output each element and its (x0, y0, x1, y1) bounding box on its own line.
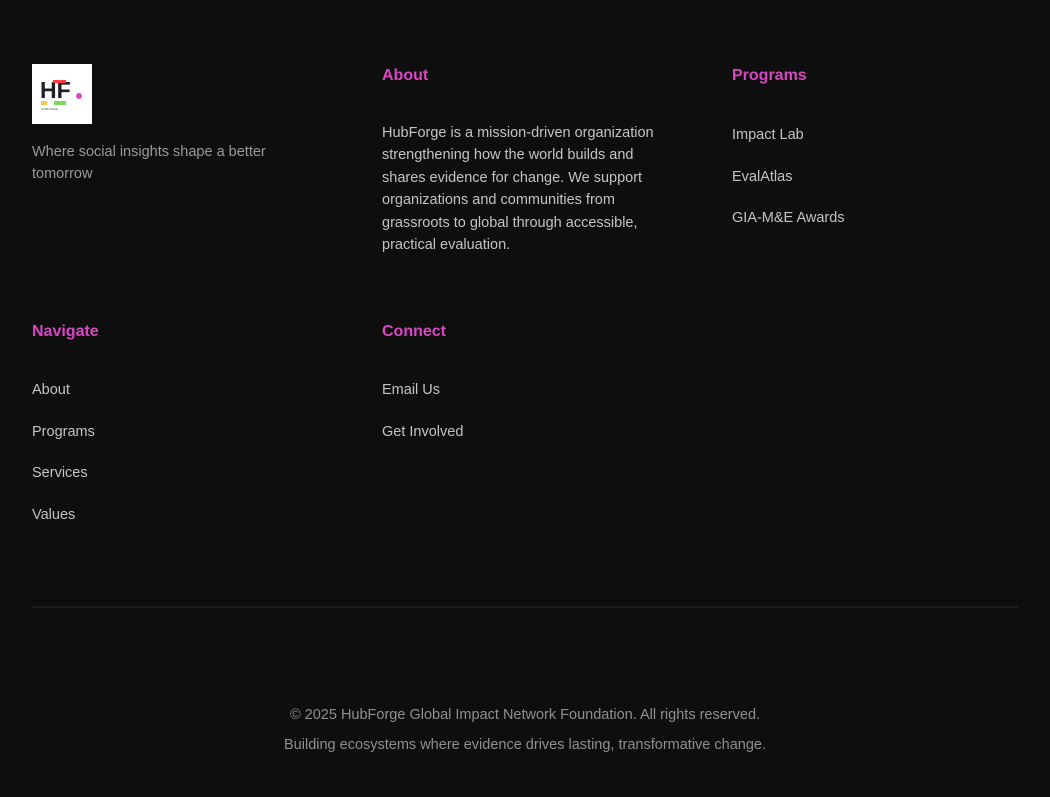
navigate-heading: Navigate (32, 323, 99, 340)
programs-heading: Programs (732, 67, 807, 84)
nav-link-values[interactable]: Values (32, 507, 75, 523)
programs-link-impact-lab[interactable]: Impact Lab (732, 127, 804, 143)
hubforge-logo-icon[interactable]: HF HUBFORGE (32, 64, 92, 124)
list-item: Email Us (382, 380, 463, 422)
brand-tagline: Where social insights shape a better tom… (32, 144, 266, 182)
footer-divider (32, 606, 1018, 608)
connect-heading: Connect (382, 323, 446, 340)
list-item: Values (32, 505, 95, 547)
nav-link-programs[interactable]: Programs (32, 424, 95, 440)
list-item: About (32, 380, 95, 422)
connect-link-get-involved[interactable]: Get Involved (382, 424, 463, 440)
programs-list: Impact Lab EvalAtlas GIA-M&E Awards (732, 125, 845, 250)
programs-link-evalatlas[interactable]: EvalAtlas (732, 169, 792, 185)
nav-link-about[interactable]: About (32, 382, 70, 398)
list-item: Get Involved (382, 422, 463, 464)
connect-link-email-us[interactable]: Email Us (382, 382, 440, 398)
list-item: EvalAtlas (732, 167, 845, 209)
nav-link-services[interactable]: Services (32, 465, 88, 481)
footer-slogan: Building ecosystems where evidence drive… (284, 737, 766, 753)
copyright-text: © 2025 HubForge Global Impact Network Fo… (289, 707, 761, 723)
connect-list: Email Us Get Involved (382, 380, 463, 463)
programs-link-gia-me-awards[interactable]: GIA-M&E Awards (732, 210, 845, 226)
list-item: GIA-M&E Awards (732, 208, 845, 250)
site-footer: HF HUBFORGE Where social insights shape … (0, 0, 1050, 797)
list-item: Programs (32, 422, 95, 464)
about-description: HubForge is a mission-driven organizatio… (382, 125, 654, 254)
svg-text:HUBFORGE: HUBFORGE (41, 107, 58, 111)
list-item: Services (32, 463, 95, 505)
navigate-list: About Programs Services Values (32, 380, 95, 547)
about-heading: About (382, 67, 429, 84)
list-item: Impact Lab (732, 125, 845, 167)
